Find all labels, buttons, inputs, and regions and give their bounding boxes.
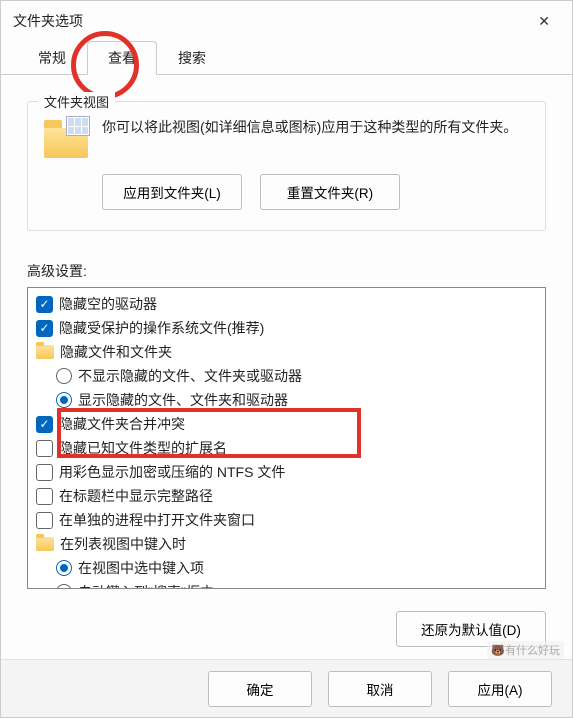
tree-item-color-ntfs[interactable]: 用彩色显示加密或压缩的 NTFS 文件 <box>32 460 545 484</box>
ok-button[interactable]: 确定 <box>208 671 312 707</box>
tree-item-label: 自动键入到"搜索"框中 <box>78 582 214 589</box>
tree-radio-select-typed[interactable]: 在视图中选中键入项 <box>32 556 545 580</box>
checkbox-icon[interactable] <box>36 416 53 433</box>
tab-view[interactable]: 查看 <box>87 41 157 75</box>
tree-folder-hidden-files[interactable]: 隐藏文件和文件夹 <box>32 340 545 364</box>
tree-item-hide-protected-os[interactable]: 隐藏受保护的操作系统文件(推荐) <box>32 316 545 340</box>
tree-item-label: 在单独的进程中打开文件夹窗口 <box>59 510 255 530</box>
window-title: 文件夹选项 <box>13 11 83 31</box>
tree-item-label: 隐藏空的驱动器 <box>59 294 157 314</box>
watermark: 🐻有什么好玩 <box>487 641 564 659</box>
checkbox-icon[interactable] <box>36 512 53 529</box>
radio-icon[interactable] <box>56 584 72 589</box>
radio-icon[interactable] <box>56 560 72 576</box>
tree-item-label: 用彩色显示加密或压缩的 NTFS 文件 <box>59 462 285 482</box>
checkbox-icon[interactable] <box>36 464 53 481</box>
advanced-settings-label: 高级设置: <box>27 261 546 281</box>
cancel-button[interactable]: 取消 <box>328 671 432 707</box>
tab-search[interactable]: 搜索 <box>157 41 227 75</box>
checkbox-icon[interactable] <box>36 440 53 457</box>
tree-item-separate-process[interactable]: 在单独的进程中打开文件夹窗口 <box>32 508 545 532</box>
tree-folder-list-typing[interactable]: 在列表视图中键入时 <box>32 532 545 556</box>
tree-item-hide-extensions[interactable]: 隐藏已知文件类型的扩展名 <box>32 436 545 460</box>
tree-item-label: 显示隐藏的文件、文件夹和驱动器 <box>78 390 288 410</box>
tree-radio-show-hidden[interactable]: 显示隐藏的文件、文件夹和驱动器 <box>32 388 545 412</box>
tree-item-label: 在标题栏中显示完整路径 <box>59 486 213 506</box>
apply-button[interactable]: 应用(A) <box>448 671 552 707</box>
checkbox-icon[interactable] <box>36 320 53 337</box>
apply-to-folders-button[interactable]: 应用到文件夹(L) <box>102 174 242 210</box>
advanced-settings-tree[interactable]: 隐藏空的驱动器 隐藏受保护的操作系统文件(推荐) 隐藏文件和文件夹 不显示隐藏的… <box>27 287 546 589</box>
tab-general[interactable]: 常规 <box>17 41 87 75</box>
tree-item-hide-merge-conflict[interactable]: 隐藏文件夹合并冲突 <box>32 412 545 436</box>
tree-item-label: 不显示隐藏的文件、文件夹或驱动器 <box>78 366 302 386</box>
radio-icon[interactable] <box>56 368 72 384</box>
group-description: 你可以将此视图(如详细信息或图标)应用于这种类型的所有文件夹。 <box>102 116 517 138</box>
tree-item-label: 隐藏文件和文件夹 <box>60 342 172 362</box>
tab-bar: 常规 查看 搜索 <box>1 41 572 75</box>
checkbox-icon[interactable] <box>36 488 53 505</box>
tree-item-label: 在列表视图中键入时 <box>60 534 186 554</box>
tree-item-label: 隐藏受保护的操作系统文件(推荐) <box>59 318 264 338</box>
folder-icon <box>36 345 54 359</box>
tree-item-label: 隐藏文件夹合并冲突 <box>59 414 185 434</box>
tree-item-hide-empty-drives[interactable]: 隐藏空的驱动器 <box>32 292 545 316</box>
checkbox-icon[interactable] <box>36 296 53 313</box>
tree-radio-no-show-hidden[interactable]: 不显示隐藏的文件、文件夹或驱动器 <box>32 364 545 388</box>
folder-view-group: 文件夹视图 你可以将此视图(如详细信息或图标)应用于这种类型的所有文件夹。 应用… <box>27 101 546 231</box>
tree-radio-auto-search[interactable]: 自动键入到"搜索"框中 <box>32 580 545 589</box>
close-icon[interactable]: ✕ <box>528 7 560 36</box>
dialog-footer: 确定 取消 应用(A) <box>1 659 572 717</box>
tree-item-full-path-title[interactable]: 在标题栏中显示完整路径 <box>32 484 545 508</box>
folder-icon <box>44 118 88 158</box>
tree-item-label: 隐藏已知文件类型的扩展名 <box>59 438 227 458</box>
reset-folders-button[interactable]: 重置文件夹(R) <box>260 174 400 210</box>
group-label: 文件夹视图 <box>38 92 115 111</box>
radio-icon[interactable] <box>56 392 72 408</box>
folder-icon <box>36 537 54 551</box>
tree-item-label: 在视图中选中键入项 <box>78 558 204 578</box>
